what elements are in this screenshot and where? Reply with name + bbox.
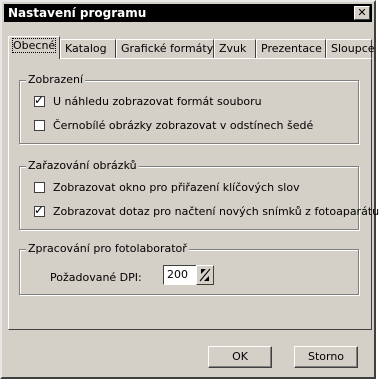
ok-button[interactable]: OK: [208, 346, 272, 368]
group-zarazovani: Zařazování obrázků Zobrazovat okno pro p…: [19, 159, 379, 230]
option-label: Černobílé obrázky zobrazovat v odstínech…: [53, 118, 314, 132]
tab-label: Prezentace: [261, 42, 322, 55]
group-zobrazeni: Zobrazení ✓ U náhledu zobrazovat formát …: [19, 73, 359, 144]
option-label: U náhledu zobrazovat formát souboru: [53, 94, 262, 108]
checkmark-icon: ✓: [34, 92, 45, 107]
close-icon: ✕: [357, 6, 367, 19]
tab-obecne[interactable]: Obecné: [8, 36, 60, 59]
group-fotolab: Zpracování pro fotolaboratoř Požadované …: [19, 242, 359, 295]
title-bar: Nastavení programu ✕: [4, 4, 372, 22]
checkbox[interactable]: ✓: [34, 202, 45, 217]
dialog-title: Nastavení programu: [8, 6, 147, 20]
tab-label: Sloupce: [331, 42, 375, 55]
option-show-format[interactable]: ✓ U náhledu zobrazovat formát souboru: [34, 93, 262, 109]
tab-label: Zvuk: [219, 42, 247, 55]
option-grayscale[interactable]: Černobílé obrázky zobrazovat v odstínech…: [34, 117, 313, 133]
dpi-input[interactable]: 200: [163, 265, 197, 285]
option-label: Zobrazovat dotaz pro načtení nových sním…: [53, 204, 380, 218]
tab-prezentace[interactable]: Prezentace: [256, 39, 326, 58]
tab-label: Katalog: [65, 42, 107, 55]
checkbox[interactable]: [34, 119, 45, 131]
close-button[interactable]: ✕: [354, 6, 370, 20]
dpi-spinner[interactable]: [196, 265, 214, 285]
option-camera-prompt[interactable]: ✓ Zobrazovat dotaz pro načtení nových sn…: [34, 203, 379, 219]
checkbox[interactable]: ✓: [34, 92, 45, 107]
tab-strip: Obecné Katalog Grafické formáty Zvuk Pre…: [8, 36, 375, 59]
group-title: Zpracování pro fotolaboratoř: [26, 242, 189, 255]
checkmark-icon: ✓: [34, 202, 45, 217]
checkbox[interactable]: [34, 181, 45, 193]
dpi-label: Požadované DPI:: [50, 271, 142, 284]
settings-dialog: Nastavení programu ✕ Obecné Katalog Graf…: [0, 0, 379, 379]
group-title: Zařazování obrázků: [26, 159, 139, 172]
spinner-arrows-icon: [199, 268, 211, 282]
group-title: Zobrazení: [26, 73, 86, 86]
option-label: Zobrazovat okno pro přiřazení klíčových …: [53, 180, 300, 194]
tab-zvuk[interactable]: Zvuk: [214, 39, 256, 58]
option-keywords-window[interactable]: Zobrazovat okno pro přiřazení klíčových …: [34, 179, 300, 195]
tab-label: Obecné: [11, 38, 57, 53]
tab-label: Grafické formáty: [121, 42, 214, 55]
cancel-button[interactable]: Storno: [294, 346, 358, 368]
tab-katalog[interactable]: Katalog: [60, 39, 116, 58]
tab-panel-obecne: Zobrazení ✓ U náhledu zobrazovat formát …: [8, 58, 379, 330]
tab-graficke-formaty[interactable]: Grafické formáty: [116, 39, 214, 58]
tab-sloupce[interactable]: Sloupce: [326, 39, 375, 58]
